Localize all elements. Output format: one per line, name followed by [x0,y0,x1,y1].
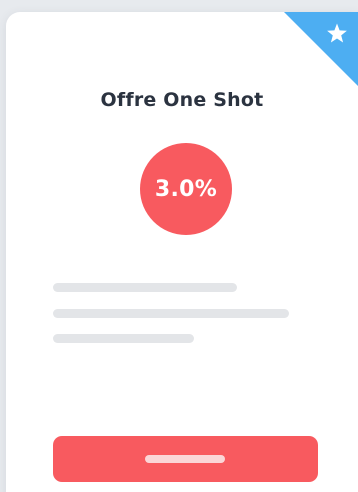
text-placeholder-line [53,334,194,343]
rate-value: 3.0% [154,176,218,202]
page: Offre One Shot 3.0% [0,0,358,492]
button-label-placeholder [145,455,225,463]
offer-card: Offre One Shot 3.0% [6,12,358,492]
featured-ribbon [284,12,358,86]
ribbon-shape [284,12,358,86]
cta-button[interactable] [53,436,318,482]
offer-title: Offre One Shot [100,89,264,111]
rate-badge: 3.0% [140,143,232,235]
text-placeholder-line [53,283,237,292]
text-placeholder-line [53,309,289,318]
